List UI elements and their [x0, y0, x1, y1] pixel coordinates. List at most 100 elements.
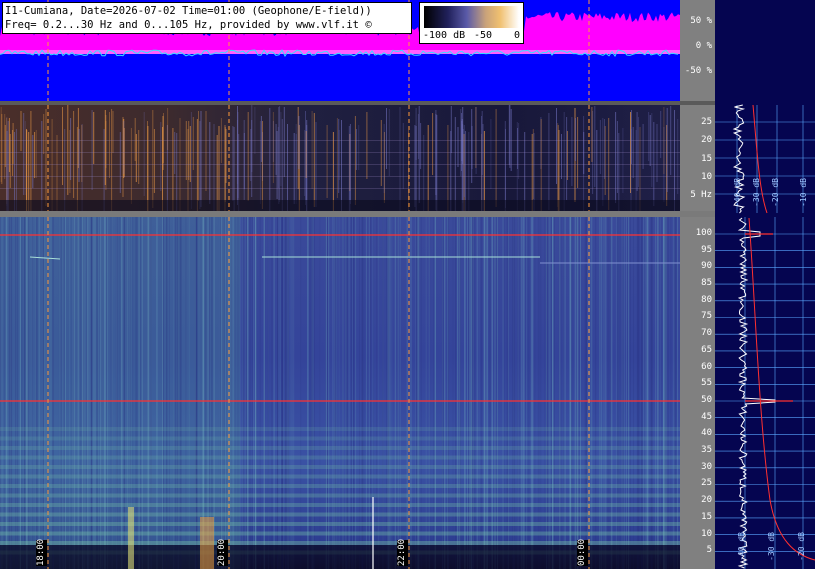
lowfreq-stripe	[179, 118, 181, 213]
lowfreq-stripe	[355, 129, 357, 170]
lowfreq-stripe	[636, 112, 638, 191]
lowfreq-stripe	[566, 131, 568, 180]
lowfreq-stripe	[192, 117, 194, 170]
lowfreq-spectrogram	[0, 105, 680, 213]
lowfreq-stripe	[185, 121, 187, 180]
lowfreq-stripe	[591, 107, 593, 162]
schumann-band	[0, 474, 680, 479]
schumann-band	[0, 493, 680, 498]
schumann-band	[0, 484, 680, 488]
lf-tick-15: 15	[701, 154, 712, 164]
schumann-band	[0, 427, 680, 431]
lowfreq-stripe	[574, 118, 576, 161]
color-legend: -100 dB -50 0	[419, 2, 524, 44]
lowfreq-stripe	[490, 119, 492, 189]
hz-tick-75: 75	[701, 311, 712, 321]
lowfreq-stripe	[81, 124, 83, 213]
lowfreq-stripe	[138, 130, 140, 184]
lowfreq-stripe	[278, 107, 280, 204]
lowfreq-stripe	[237, 112, 239, 198]
lowfreq-stripe	[516, 122, 518, 213]
lowfreq-band	[0, 164, 680, 165]
lowfreq-stripe	[67, 105, 69, 195]
lowfreq-stripe	[112, 111, 114, 153]
lowfreq-stripe	[631, 110, 632, 164]
lowfreq-stripe	[447, 125, 449, 213]
lowfreq-stripe	[435, 114, 437, 195]
lowfreq-stripe	[147, 121, 148, 213]
lowfreq-stripe	[660, 111, 662, 158]
lowfreq-stripe	[135, 134, 137, 182]
hz-tick-5: 5	[706, 545, 712, 555]
legend-min-label: -100 dB	[423, 30, 466, 41]
hz-tick-35: 35	[701, 445, 712, 455]
legend-mid-label: -50	[474, 30, 493, 41]
profile-db-label: -40 dB	[737, 532, 746, 561]
lowfreq-stripe	[432, 113, 434, 175]
lowfreq-stripe	[402, 123, 404, 189]
lowfreq-stripe	[35, 130, 37, 178]
lowfreq-stripe	[30, 111, 32, 213]
lowfreq-stripe	[143, 112, 145, 196]
lowfreq-stripe	[224, 125, 226, 213]
lowfreq-stripe	[160, 122, 162, 191]
lowfreq-band	[0, 176, 680, 177]
lowfreq-stripe	[205, 111, 207, 191]
lowfreq-stripe	[189, 126, 191, 182]
profile-db-label: -40 dB	[733, 178, 742, 207]
lowfreq-stripe	[70, 118, 72, 180]
lowfreq-stripe	[188, 121, 190, 180]
lowfreq-stripe	[232, 126, 234, 201]
lowfreq-stripe	[20, 111, 22, 151]
lowfreq-stripe	[366, 112, 368, 179]
lowfreq-stripe	[622, 128, 624, 193]
spectrum-profile-panel: -40 dB -30 dB -20 dB -10 dB -40 dB -30 d…	[715, 0, 815, 569]
profile-db-label: -30 dB	[752, 178, 761, 207]
lowfreq-stripe	[386, 108, 387, 169]
hz-tick-80: 80	[701, 295, 712, 305]
lowfreq-stripe	[73, 111, 75, 198]
lowfreq-stripe	[518, 123, 520, 179]
lowfreq-stripe	[250, 129, 252, 181]
lowfreq-stripe	[41, 121, 43, 213]
lowfreq-stripe	[34, 132, 36, 178]
lowfreq-stripe	[358, 125, 360, 170]
lowfreq-texture	[0, 105, 680, 213]
schumann-band	[0, 503, 680, 507]
lowfreq-stripe	[482, 124, 484, 213]
lowfreq-stripe	[388, 109, 390, 176]
burst-region	[200, 517, 214, 569]
lowfreq-stripe	[674, 110, 675, 213]
lf-tick-25: 25	[701, 117, 712, 127]
lowfreq-stripe	[123, 121, 125, 174]
lowfreq-stripe	[313, 113, 315, 207]
profile-db-label: -20 dB	[797, 532, 806, 561]
profile-trace-lower	[737, 217, 776, 569]
lowfreq-stripe	[648, 112, 650, 161]
lowfreq-stripe	[32, 135, 34, 188]
schumann-band	[0, 522, 680, 526]
time-label-2200: 22:00	[397, 538, 408, 566]
color-gradient-bar	[424, 6, 519, 28]
hz-tick-100: 100	[695, 228, 712, 238]
lowfreq-stripe	[338, 130, 340, 180]
schumann-band	[0, 446, 680, 450]
lowfreq-stripe	[571, 117, 573, 186]
profile-db-label: -30 dB	[767, 532, 776, 561]
lowfreq-stripe	[213, 124, 215, 213]
lowfreq-stripe	[287, 124, 288, 212]
lowfreq-stripe	[51, 119, 53, 213]
lowfreq-stripe	[495, 109, 497, 207]
station-info-line: I1-Cumiana, Date=2026-07-02 Time=01:00 (…	[5, 5, 372, 17]
lowfreq-stripe	[427, 125, 429, 213]
lowfreq-stripe	[666, 108, 668, 192]
hz-tick-15: 15	[701, 512, 712, 522]
lowfreq-stripe	[260, 116, 262, 162]
schumann-band	[0, 512, 680, 517]
lowfreq-stripe	[399, 107, 401, 213]
lowfreq-stripe	[251, 105, 253, 172]
schumann-band	[0, 436, 680, 441]
lowfreq-stripe	[153, 129, 155, 193]
lowfreq-stripe	[298, 116, 300, 169]
hz-tick-95: 95	[701, 245, 712, 255]
